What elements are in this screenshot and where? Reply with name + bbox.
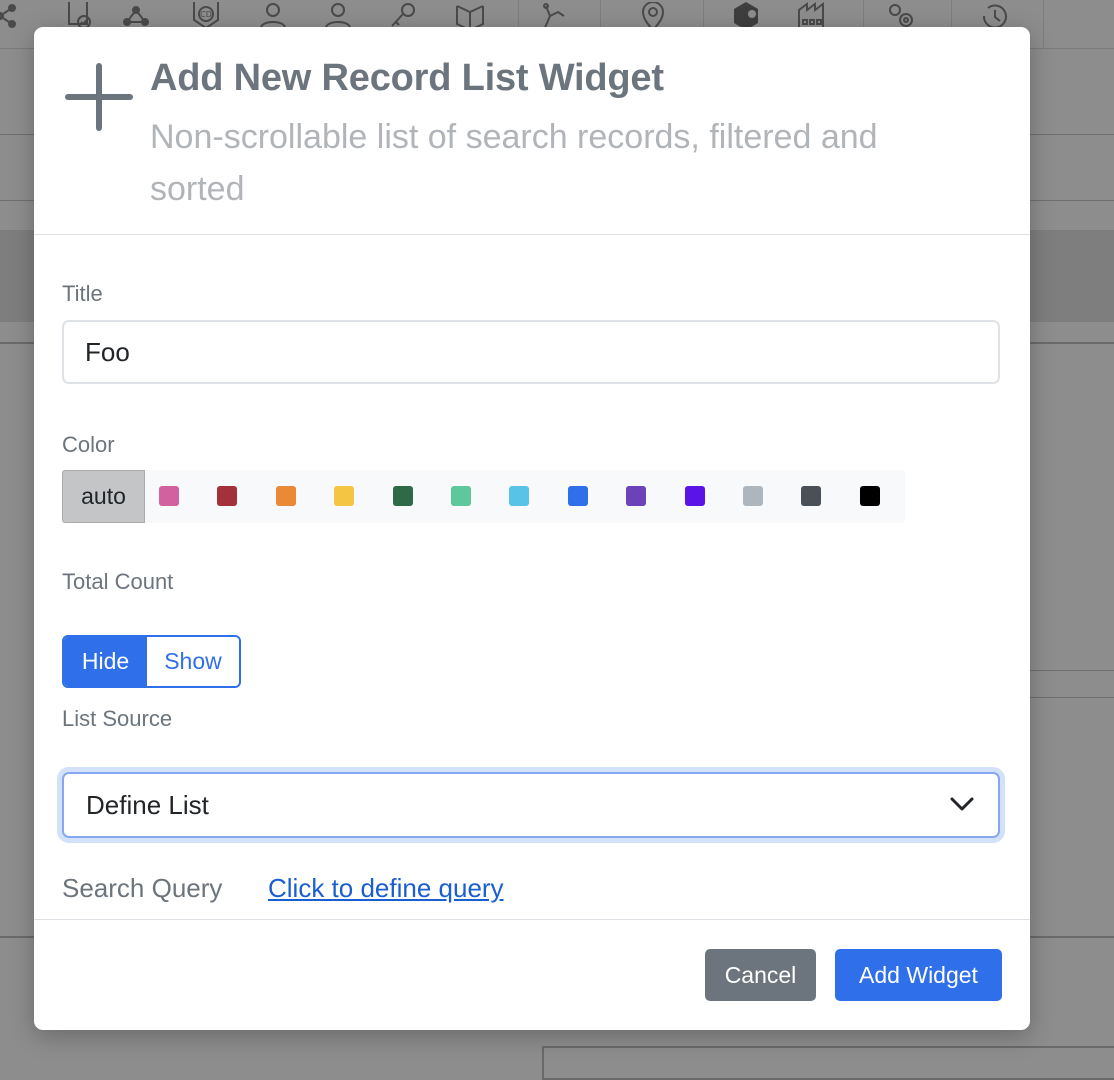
svg-text:CD: CD: [200, 10, 212, 19]
search-query-label: Search Query: [62, 873, 223, 903]
list-source-select[interactable]: Define List: [62, 772, 1000, 838]
color-swatch[interactable]: [567, 486, 588, 506]
factory-icon[interactable]: [797, 2, 827, 31]
map-pin-icon[interactable]: [638, 1, 668, 32]
color-swatch[interactable]: [801, 486, 822, 506]
color-option-auto[interactable]: auto: [62, 470, 145, 523]
plus-icon: [64, 63, 134, 133]
modal-footer: Cancel Add Widget: [34, 919, 1030, 1030]
add-widget-modal: Add New Record List Widget Non-scrollabl…: [34, 27, 1030, 1030]
color-swatch[interactable]: [159, 486, 179, 506]
cube-icon[interactable]: [455, 2, 485, 32]
color-swatch[interactable]: [684, 486, 705, 506]
background-divider: [1030, 697, 1114, 698]
history-icon[interactable]: [980, 2, 1010, 30]
color-swatch[interactable]: [859, 486, 880, 506]
color-swatch[interactable]: [451, 486, 471, 506]
color-swatch[interactable]: [334, 486, 355, 506]
user-outline-icon[interactable]: [258, 2, 288, 30]
background-divider: [1030, 670, 1114, 671]
total-count-toggle: Hide Show: [62, 635, 241, 688]
toolbar-divider: [1043, 0, 1044, 48]
key-icon[interactable]: [388, 2, 418, 30]
share-icon[interactable]: [0, 2, 22, 30]
color-swatch[interactable]: [743, 486, 763, 506]
title-input[interactable]: [62, 320, 1000, 384]
title-label: Title: [62, 281, 103, 306]
cd-badge-icon[interactable]: CD: [191, 2, 221, 30]
hexagon-icon[interactable]: [731, 2, 761, 30]
add-widget-button[interactable]: Add Widget: [835, 949, 1002, 1001]
network-icon[interactable]: [121, 2, 151, 30]
list-source-label: List Source: [62, 706, 173, 731]
list-source-value: Define List: [86, 790, 209, 820]
document-check-icon[interactable]: [63, 2, 93, 30]
cancel-button[interactable]: Cancel: [705, 949, 816, 1001]
define-query-link[interactable]: Click to define query: [268, 873, 504, 904]
user-icon[interactable]: [323, 2, 353, 30]
color-swatch[interactable]: [626, 486, 647, 506]
modal-title: Add New Record List Widget: [150, 57, 664, 99]
modal-subtitle: Non-scrollable list of search records, f…: [150, 118, 878, 208]
lamp-icon[interactable]: [538, 2, 568, 31]
color-swatch[interactable]: [217, 486, 238, 506]
show-count-button[interactable]: Show: [147, 637, 239, 686]
background-panel: [542, 1046, 1114, 1080]
color-label: Color: [62, 432, 115, 457]
modal-header: Add New Record List Widget Non-scrollabl…: [34, 27, 1030, 235]
hide-count-button[interactable]: Hide: [64, 637, 147, 686]
chevron-down-icon: [950, 797, 974, 811]
gears-icon[interactable]: [885, 2, 915, 30]
color-picker: auto: [62, 470, 905, 523]
color-swatch[interactable]: [275, 486, 296, 506]
color-swatch[interactable]: [509, 486, 530, 506]
color-swatch[interactable]: [392, 486, 413, 506]
total-count-label: Total Count: [62, 569, 174, 594]
